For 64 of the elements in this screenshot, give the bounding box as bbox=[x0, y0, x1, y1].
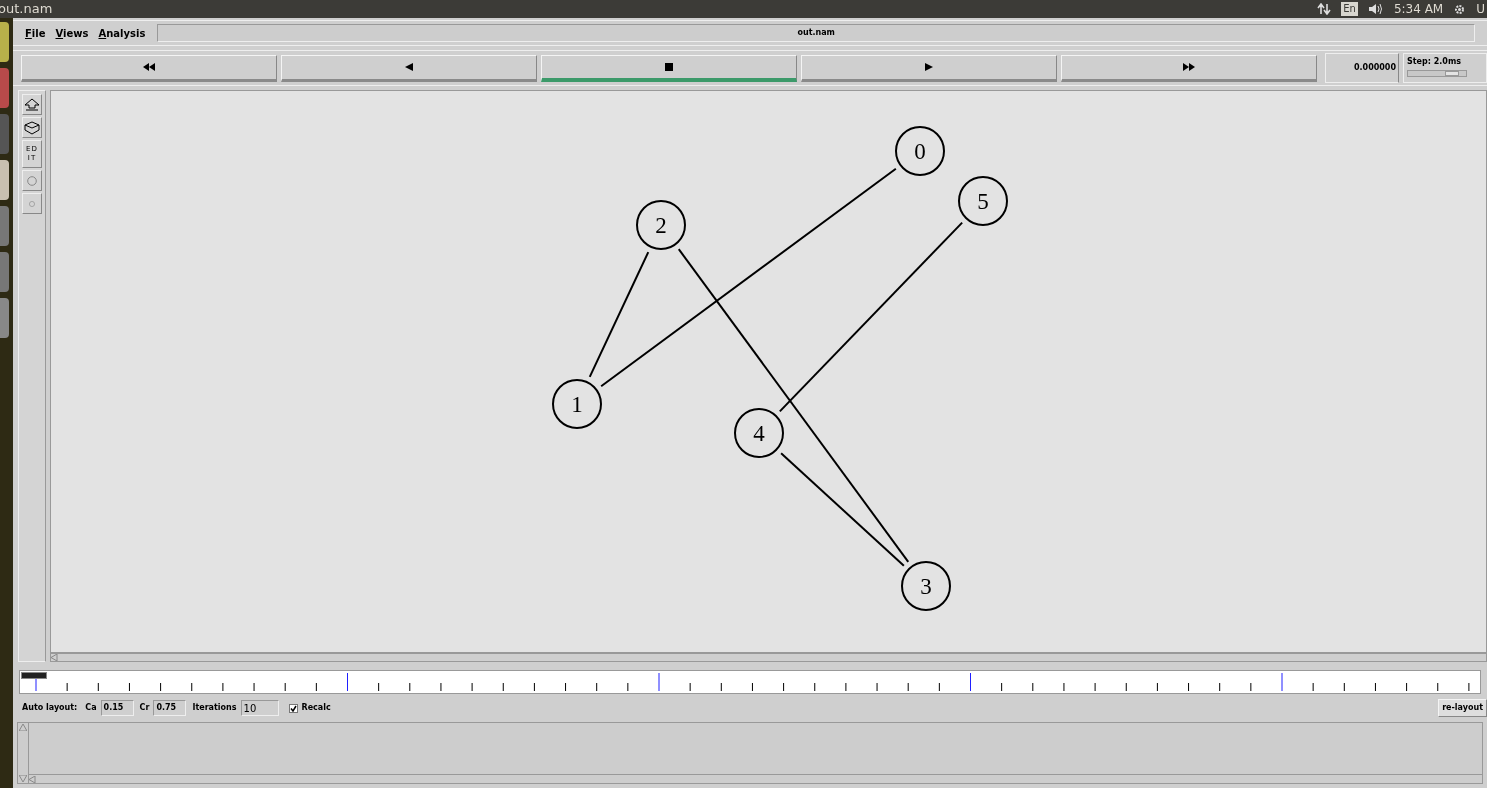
recalc-checkbox[interactable] bbox=[288, 703, 298, 713]
menu-item[interactable]: File bbox=[25, 25, 46, 41]
launcher-app-icon[interactable] bbox=[0, 298, 9, 338]
launcher-app-icon[interactable] bbox=[0, 68, 9, 108]
re-layout-button[interactable]: re-layout bbox=[1438, 699, 1487, 717]
launcher-app-icon[interactable] bbox=[0, 114, 9, 154]
field-label: Cr bbox=[139, 702, 150, 714]
network-node[interactable]: 5 bbox=[958, 176, 1008, 226]
vertical-scrollbar[interactable] bbox=[18, 723, 29, 783]
number-field[interactable]: 0.75 bbox=[153, 700, 187, 716]
playback-button[interactable] bbox=[541, 54, 797, 82]
field-label: Iterations bbox=[192, 702, 237, 714]
speaker-icon[interactable] bbox=[1367, 3, 1384, 15]
launcher-app-icon[interactable] bbox=[0, 252, 9, 292]
tray-arrow-icon bbox=[24, 120, 40, 135]
recalc-label: Recalc bbox=[301, 702, 331, 714]
playback-button[interactable] bbox=[801, 54, 1057, 82]
launcher-app-icon[interactable] bbox=[0, 206, 9, 246]
circle-icon bbox=[27, 175, 37, 186]
large-circle-button[interactable] bbox=[22, 170, 42, 191]
double-left-triangle-icon bbox=[143, 63, 155, 71]
number-field[interactable]: 0.15 bbox=[100, 700, 134, 716]
circle-icon bbox=[29, 200, 35, 207]
step-label: Step: 2.0ms bbox=[1407, 56, 1462, 68]
user-name[interactable]: U bbox=[1476, 0, 1485, 18]
down-triangle-icon[interactable] bbox=[19, 775, 27, 782]
left-triangle-icon bbox=[403, 63, 415, 71]
network-node[interactable]: 3 bbox=[901, 561, 951, 611]
network-arrows-icon[interactable] bbox=[1317, 3, 1332, 15]
time-slider-handle[interactable] bbox=[21, 672, 47, 679]
check-icon bbox=[289, 704, 297, 712]
time-display: 0.000000 bbox=[1325, 53, 1399, 83]
horizontal-scrollbar[interactable] bbox=[50, 653, 1487, 662]
network-node[interactable]: 0 bbox=[895, 126, 945, 176]
playback-button[interactable] bbox=[281, 54, 537, 82]
number-field[interactable]: 10 bbox=[240, 700, 279, 716]
step-slider-track[interactable] bbox=[1407, 70, 1467, 77]
playback-button[interactable] bbox=[21, 54, 277, 82]
keyboard-indicator[interactable]: En bbox=[1341, 2, 1358, 16]
left-arrow-icon[interactable] bbox=[51, 654, 58, 661]
step-slider-thumb[interactable] bbox=[1444, 71, 1459, 76]
up-arrow-icon bbox=[24, 97, 40, 112]
auto-layout-label: Auto layout: bbox=[22, 702, 78, 714]
launcher-app-icon[interactable] bbox=[0, 22, 9, 62]
clock[interactable]: 5:34 AM bbox=[1393, 0, 1444, 18]
network-node[interactable]: 2 bbox=[636, 200, 686, 250]
window-title-bar: out.nam bbox=[157, 24, 1475, 42]
up-triangle-icon[interactable] bbox=[19, 724, 27, 731]
small-circle-button[interactable] bbox=[22, 193, 42, 214]
zoom-in-button[interactable] bbox=[22, 94, 42, 115]
menu-item[interactable]: Views bbox=[55, 25, 89, 41]
network-node[interactable]: 4 bbox=[734, 408, 784, 458]
horizontal-scrollbar[interactable] bbox=[29, 774, 1482, 783]
gear-icon[interactable] bbox=[1453, 2, 1467, 16]
menu-item[interactable]: Analysis bbox=[98, 25, 146, 41]
square-icon bbox=[663, 62, 675, 71]
field-label: Ca bbox=[85, 702, 97, 714]
network-node[interactable]: 1 bbox=[552, 379, 602, 429]
playback-button[interactable] bbox=[1061, 54, 1317, 82]
double-right-triangle-icon bbox=[1183, 63, 1195, 71]
zoom-out-button[interactable] bbox=[22, 117, 42, 138]
right-triangle-icon bbox=[923, 63, 935, 71]
launcher-app-icon[interactable] bbox=[0, 160, 9, 200]
left-arrow-icon[interactable] bbox=[29, 775, 36, 783]
